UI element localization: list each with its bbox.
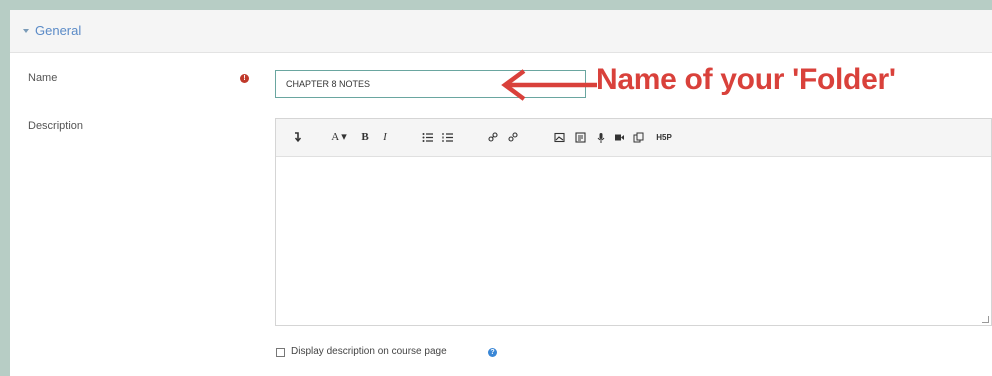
annotation-arrow <box>501 69 597 101</box>
annotation-text: Name of your 'Folder' <box>596 63 896 96</box>
